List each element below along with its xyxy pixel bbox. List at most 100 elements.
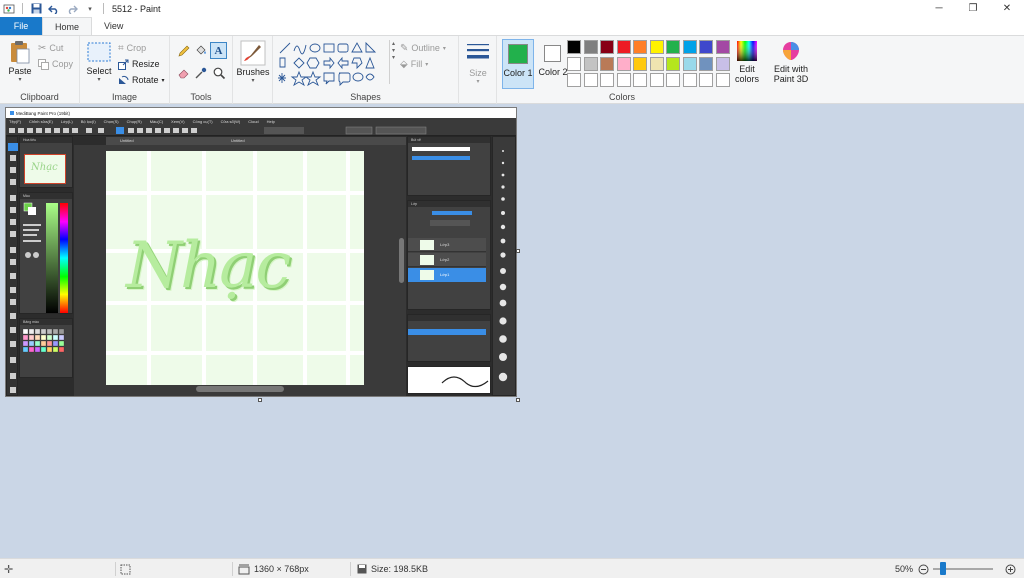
palette-swatch[interactable] [616,56,631,71]
color1-button[interactable]: Color 1 [502,39,534,89]
copy-label: Copy [52,59,74,69]
paste-label: Paste [8,66,32,76]
inner-navigator-title: Hoa tiêu [20,137,72,143]
tab-view[interactable]: View [92,17,135,35]
zoom-in-icon [1005,564,1016,574]
magnifier-icon[interactable] [212,66,226,80]
canvas-image[interactable]: MediBang Paint Pro (19bit) Tệp(F) Chỉnh s… [5,107,517,397]
inner-app-icon [10,111,14,115]
palette-swatch[interactable] [567,40,581,54]
crop-button[interactable]: ⌗ Crop [118,41,146,55]
paste-button[interactable]: Paste ▾ [6,40,34,83]
palette-swatch[interactable] [616,40,631,54]
inner-material-selected [408,329,486,335]
undo-icon[interactable] [47,2,61,15]
inner-tool-strip [6,136,18,396]
inner-menu-item: Cloud [248,119,259,124]
outline-label: Outline [411,43,440,53]
select-button[interactable]: Select ▾ [84,42,114,83]
brushes-button[interactable]: Brushes ▾ [236,40,270,84]
tab-home[interactable]: Home [42,17,93,36]
minimize-button[interactable]: ─ [922,0,956,17]
layer-row: Lớp3 [408,238,486,252]
palette-swatch[interactable] [666,56,680,71]
inner-brush-panel: Bút vẽ [407,136,491,196]
select-label: Select [86,66,112,76]
chevron-down-icon: ▾ [476,79,480,85]
palette-swatch[interactable] [699,56,713,71]
copy-button[interactable]: Copy [38,57,73,71]
palette-swatch[interactable] [633,40,647,54]
zoom-slider-thumb[interactable] [939,562,946,575]
palette-swatch[interactable] [633,73,647,87]
size-button[interactable]: Size ▾ [463,42,493,85]
save-icon[interactable] [29,2,43,15]
palette-swatch[interactable] [633,56,647,71]
palette-swatch[interactable] [600,73,614,87]
palette-swatch[interactable] [649,73,664,87]
size-group: Size ▾ [459,36,497,104]
inner-color-title: Màu [20,193,72,199]
inner-material-panel [407,314,491,362]
palette-swatch[interactable] [583,73,598,87]
brushes-label: Brushes [236,67,270,77]
palette-swatch[interactable] [649,56,664,71]
shapes-scroll[interactable]: ▴ ▾ ▾ [389,40,397,84]
maximize-button[interactable]: ❐ [956,0,990,17]
status-bar: ✛ 1360 × 768px Size: 198.5KB 50% [0,558,1024,578]
palette-swatch[interactable] [699,73,713,87]
fill-bucket-icon[interactable] [194,44,208,58]
pencil-icon[interactable] [177,44,191,58]
inner-stroke-preview [407,366,491,394]
cut-button[interactable]: ✂ Cut [38,41,63,55]
edit-colors-button[interactable]: Edit colors [733,40,761,84]
close-button[interactable]: ✕ [990,0,1024,17]
palette-swatch[interactable] [682,73,697,87]
crop-icon: ⌗ [118,42,124,54]
zoom-out-button[interactable] [918,559,929,578]
grid-line [106,351,364,355]
ribbon: Paste ▾ ✂ Cut Copy Clipboard Select ▾ ⌗ … [0,35,1024,104]
palette-swatch[interactable] [616,73,631,87]
resize-handle-corner[interactable] [516,398,520,402]
palette-swatch[interactable] [600,56,614,71]
outline-button[interactable]: ✎ Outline ▾ [400,41,446,55]
layer-name: Lớp1 [440,272,450,277]
zoom-in-button[interactable] [1005,559,1016,578]
resize-handle-bottom[interactable] [258,398,262,402]
canvas-workspace[interactable]: MediBang Paint Pro (19bit) Tệp(F) Chỉnh s… [0,104,1024,558]
resize-handle-right[interactable] [516,249,520,253]
eraser-icon[interactable] [177,66,191,80]
palette-swatch[interactable] [715,56,730,71]
color2-button[interactable]: Color 2 [537,39,569,89]
palette-swatch[interactable] [666,40,680,54]
palette-swatch[interactable] [600,40,614,54]
redo-icon[interactable] [65,2,79,15]
palette-swatch[interactable] [682,40,697,54]
tab-file[interactable]: File [0,17,42,35]
rotate-button[interactable]: Rotate ▾ [118,73,165,87]
color-picker-icon[interactable] [194,66,208,80]
fill-label: Fill [410,59,423,69]
inner-menu-bar: Tệp(F) Chỉnh sửa(E) Lớp(L) Bộ lọc(I) Chọn(S)… [6,118,516,125]
palette-swatch[interactable] [699,40,713,54]
palette-swatch[interactable] [583,56,598,71]
palette-swatch[interactable] [715,73,730,87]
outline-icon: ✎ [400,42,409,54]
palette-swatch[interactable] [666,73,680,87]
shapes-gallery[interactable] [278,41,392,87]
palette-swatch[interactable] [649,40,664,54]
edit-paint3d-button[interactable]: Edit with Paint 3D [769,40,813,84]
palette-swatch[interactable] [682,56,697,71]
customize-qat-icon[interactable]: ▾ [83,2,97,15]
palette-swatch[interactable] [715,40,730,54]
palette-swatch[interactable] [567,56,581,71]
paste-icon [11,41,30,64]
window-controls: ─ ❐ ✕ [922,0,1024,17]
palette-swatch[interactable] [567,73,581,87]
palette-swatch[interactable] [583,40,598,54]
image-group-label: Image [111,92,137,102]
resize-button[interactable]: Resize [118,57,160,71]
fill-button[interactable]: ⬙ Fill ▾ [400,57,428,71]
text-tool-icon[interactable]: A [210,42,227,59]
